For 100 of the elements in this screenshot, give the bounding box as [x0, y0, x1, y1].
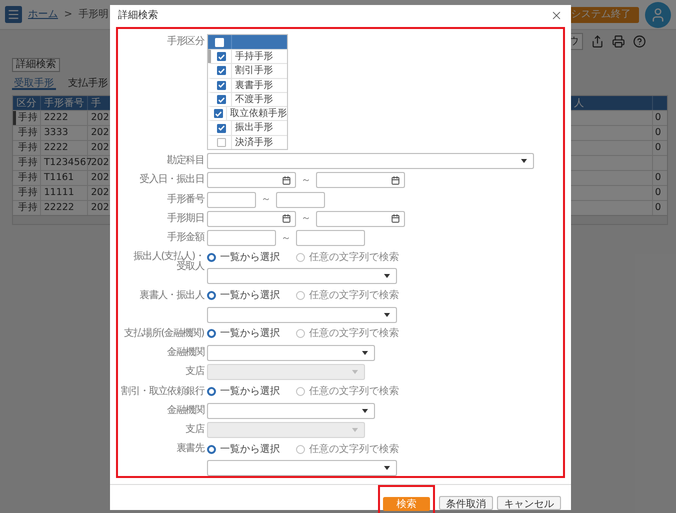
checklist-label: 手持手形 [234, 50, 273, 64]
checklist-item[interactable]: 割引手形 [208, 63, 287, 78]
text-field[interactable] [276, 192, 325, 208]
checklist-item[interactable]: 裏書手形 [208, 78, 287, 92]
date-field[interactable] [316, 172, 405, 188]
checklist-item[interactable]: 決済手形 [208, 134, 287, 150]
dropdown-field[interactable] [207, 153, 534, 170]
column-header: 区分 [13, 96, 41, 110]
caret-icon [384, 274, 390, 278]
text-field[interactable] [296, 230, 365, 246]
radio-button[interactable] [207, 291, 216, 300]
radio-button[interactable] [296, 252, 305, 262]
checklist-item[interactable]: 振出手形 [208, 120, 287, 135]
dropdown-field[interactable] [207, 306, 397, 323]
checkbox[interactable] [216, 95, 226, 104]
radio-button[interactable] [207, 387, 216, 396]
checklist-label: 不渡手形 [234, 92, 273, 106]
radio-label: 一覧から選択 [220, 442, 280, 457]
table-cell: 2222 [41, 111, 88, 125]
radio-label: 任意の文字列で検索 [309, 442, 399, 457]
field-label: 支店 [186, 364, 204, 378]
checkbox[interactable] [216, 66, 226, 76]
caret-icon [362, 408, 368, 413]
checklist-item[interactable]: 不渡手形 [208, 92, 287, 106]
person-icon [650, 6, 666, 22]
date-field[interactable] [316, 210, 405, 227]
table-cell: 手持 [16, 126, 41, 140]
radio-button[interactable] [207, 252, 216, 262]
radio-button[interactable] [296, 444, 305, 454]
radio-label: 一覧から選択 [220, 385, 280, 400]
export-icon[interactable] [591, 34, 604, 48]
tab[interactable]: 支払手形 [66, 76, 110, 90]
radio-button[interactable] [296, 329, 305, 338]
field-label: 割引・取立依頼銀行 [121, 384, 204, 397]
checklist-item[interactable]: 手持手形 [208, 49, 287, 64]
breadcrumb-separator: > [64, 8, 72, 22]
date-field[interactable] [207, 210, 296, 227]
caret-icon [352, 370, 358, 374]
dialog-button[interactable]: 条件取消 [439, 496, 493, 510]
text-field[interactable] [207, 192, 256, 208]
menu-button[interactable] [5, 6, 22, 23]
menu-icon [7, 8, 20, 21]
avatar[interactable] [645, 2, 671, 28]
table-cell-text: 0 [654, 201, 662, 215]
radio-button[interactable] [207, 329, 216, 338]
table-cell-text: 0 [654, 126, 662, 140]
table-cell: 2222 [41, 141, 88, 155]
field-label: 勘定科目 [167, 154, 204, 166]
dropdown-field[interactable] [207, 402, 375, 419]
radio-label: 任意の文字列で検索 [309, 288, 399, 304]
range-separator: ～ [281, 232, 291, 246]
table-cell-text: 0 [654, 171, 662, 185]
radio-label: 一覧から選択 [220, 327, 280, 342]
checklist-label: 裏書手形 [234, 78, 273, 92]
breadcrumb-current: 手形明 [78, 8, 108, 22]
table-cell: 手持 [16, 156, 41, 170]
field-label: 裏書人・振出人 [140, 288, 204, 301]
radio-button[interactable] [207, 444, 216, 454]
table-cell-text: 0 [654, 111, 662, 125]
printer-icon[interactable] [612, 34, 625, 48]
table-cell-text: 0 [654, 186, 662, 200]
table-cell: T1161 [41, 171, 88, 185]
dropdown-field[interactable] [207, 460, 397, 476]
checklist-label: 決済手形 [234, 136, 273, 150]
date-field[interactable] [207, 172, 296, 188]
select-all-checkbox[interactable] [215, 38, 224, 46]
radio-label: 一覧から選択 [220, 289, 280, 304]
radio-button[interactable] [296, 387, 305, 396]
field-label: 裏書先 [176, 442, 204, 454]
dropdown-field[interactable] [207, 268, 397, 284]
text-field[interactable] [207, 230, 276, 246]
checkbox[interactable] [216, 138, 226, 147]
checklist-label: 取立依頼手形 [229, 107, 287, 120]
checklist-item[interactable]: 取立依頼手形 [208, 106, 287, 120]
help-icon[interactable] [633, 34, 646, 48]
checklist-label: 割引手形 [234, 64, 273, 78]
detail-search-button[interactable]: 詳細検索 [12, 58, 60, 72]
field-label: 手形番号 [167, 192, 204, 205]
checkbox[interactable] [214, 109, 223, 118]
dropdown-field[interactable] [207, 345, 375, 362]
field-label: 手形区分 [167, 34, 204, 47]
radio-button[interactable] [296, 291, 305, 300]
range-separator: ～ [301, 174, 311, 188]
field-label: 金融機関 [167, 346, 204, 358]
column-header: 手形番号 [41, 96, 88, 110]
dialog-button[interactable]: キャンセル [497, 496, 561, 510]
field-label: 金融機関 [167, 404, 204, 416]
checkbox[interactable] [216, 52, 226, 62]
checkbox[interactable] [216, 124, 226, 133]
table-cell: 11111 [41, 186, 88, 200]
checkbox[interactable] [216, 80, 226, 90]
calendar-icon [282, 176, 291, 185]
caret-icon [384, 312, 390, 317]
checklist-label: 振出手形 [234, 121, 273, 135]
calendar-icon [391, 176, 400, 185]
table-cell-text: 0 [654, 141, 662, 155]
field-label: 支店 [186, 422, 204, 435]
table-cell: 3333 [41, 126, 88, 140]
field-label: 振出人(支払人)・受取人 [132, 250, 204, 272]
radio-label: 任意の文字列で検索 [309, 384, 399, 400]
